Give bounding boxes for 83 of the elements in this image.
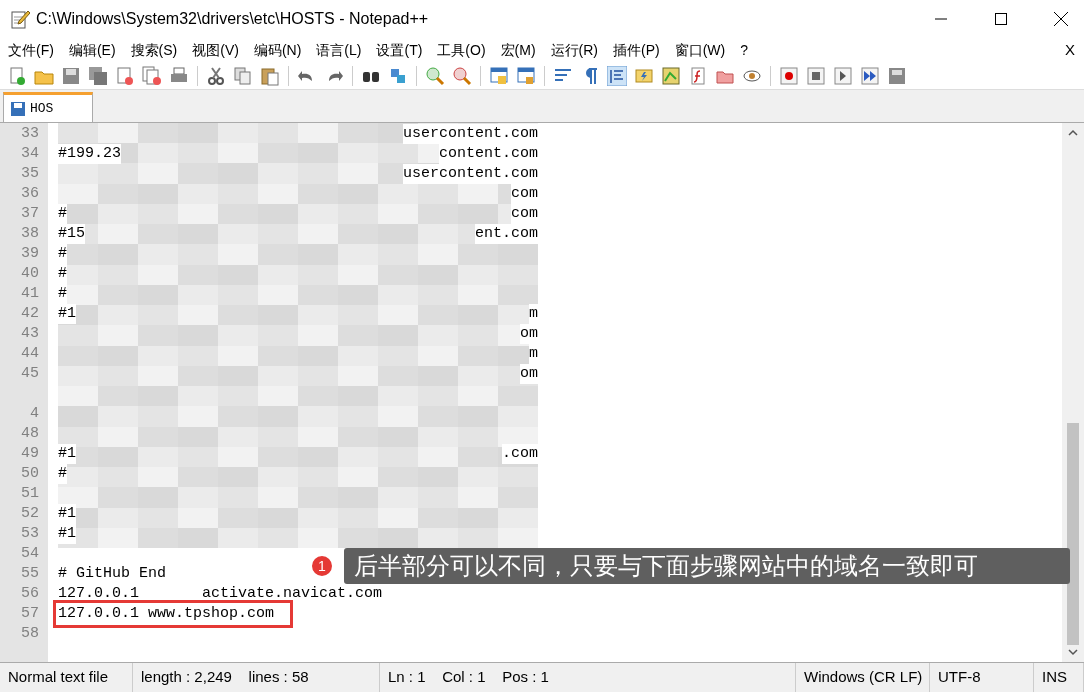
file-tab[interactable]: HOS <box>3 92 93 122</box>
fast-forward-icon[interactable] <box>860 65 880 86</box>
cursor-position-label: Ln : 1 Col : 1 Pos : 1 <box>388 667 549 688</box>
code-fragment: content.com <box>438 144 538 164</box>
line-number: 49 <box>21 445 39 462</box>
close-icon <box>1054 12 1068 26</box>
save-all-icon[interactable] <box>88 65 108 86</box>
line-number: 51 <box>21 485 39 502</box>
save-icon <box>10 100 26 117</box>
menu-item[interactable]: 插件(P) <box>613 39 660 61</box>
code-fragment: usercontent.com <box>402 124 538 144</box>
function-list-icon[interactable] <box>688 65 708 86</box>
code-fragment: com <box>511 204 538 224</box>
line-number: 38 <box>21 225 39 242</box>
window-icon[interactable] <box>489 65 509 86</box>
zoom-in-icon[interactable] <box>425 65 445 86</box>
line-number: 45 <box>21 365 39 382</box>
save-icon[interactable] <box>61 65 81 86</box>
menu-item[interactable]: 窗口(W) <box>674 39 726 61</box>
code-fragment: ent.com <box>475 224 538 244</box>
line-ending-label: Windows (CR LF) <box>804 667 923 688</box>
line-number: 54 <box>21 545 39 562</box>
line-number: 48 <box>21 425 39 442</box>
line-number: 37 <box>21 205 39 222</box>
line-number: 50 <box>21 465 39 482</box>
scroll-up-icon[interactable] <box>1068 128 1078 138</box>
line-number: 36 <box>21 185 39 202</box>
line-number: 4 <box>30 405 39 422</box>
line-number: 41 <box>21 285 39 302</box>
line-number: 35 <box>21 165 39 182</box>
file-type-label: Normal text file <box>8 667 109 688</box>
callout-tooltip: 后半部分可以不同，只要与下面步骤网站中的域名一致即可 <box>344 548 1070 584</box>
notepad-icon <box>10 9 30 29</box>
encoding-label: UTF-8 <box>938 667 981 688</box>
menu-item[interactable]: 运行(R) <box>550 39 598 61</box>
insert-mode-label: INS <box>1042 667 1067 688</box>
new-file-icon[interactable] <box>7 65 27 86</box>
menu-item[interactable]: 编辑(E) <box>68 39 116 61</box>
line-number: 57 <box>21 605 39 622</box>
menu-item[interactable]: 视图(V) <box>192 39 239 61</box>
line-number: 58 <box>21 625 39 642</box>
code-fragment: com <box>511 184 538 204</box>
close-file-icon[interactable] <box>115 65 135 86</box>
paste-icon[interactable] <box>260 65 280 86</box>
menu-item[interactable]: 宏(M) <box>500 39 536 61</box>
scroll-down-icon[interactable] <box>1068 647 1078 657</box>
maximize-icon <box>995 13 1007 25</box>
window-lock-icon[interactable] <box>516 65 536 86</box>
line-number: 33 <box>21 125 39 142</box>
menu-item[interactable]: 设置(T) <box>376 39 423 61</box>
record-icon[interactable] <box>779 65 799 86</box>
line-number: 39 <box>21 245 39 262</box>
menu-item[interactable]: 编码(N) <box>253 39 302 61</box>
length-label: length : 2,249 lines : 58 <box>141 667 309 688</box>
stop-icon[interactable] <box>806 65 826 86</box>
line-number: 44 <box>21 345 39 362</box>
code-fragment: .com <box>502 444 538 464</box>
window-title: C:\Windows\System32\drivers\etc\HOSTS - Notepad++ <box>36 9 429 29</box>
menu-item[interactable]: 搜索(S) <box>130 39 178 61</box>
menu-item[interactable]: 文件(F) <box>8 39 54 61</box>
line-number: 52 <box>21 505 39 522</box>
play-icon[interactable] <box>833 65 853 86</box>
close-all-icon[interactable] <box>142 65 162 86</box>
line-number: 42 <box>21 305 39 322</box>
menu-item[interactable]: 语言(L) <box>316 39 362 61</box>
scissors-icon[interactable] <box>206 65 226 86</box>
zoom-out-icon[interactable] <box>452 65 472 86</box>
save-macro-icon[interactable] <box>887 65 907 86</box>
line-number: 55 <box>21 565 39 582</box>
line-number: 40 <box>21 265 39 282</box>
copy-icon[interactable] <box>233 65 253 86</box>
menu-item[interactable]: 工具(O) <box>437 39 486 61</box>
step-badge: 1 <box>310 554 334 578</box>
code-fragment: usercontent.com <box>402 164 538 184</box>
line-number: 56 <box>21 585 39 602</box>
line-number: 53 <box>21 525 39 542</box>
line-number: 43 <box>21 325 39 342</box>
vertical-scrollbar[interactable] <box>1062 123 1084 662</box>
indent-guide-icon[interactable] <box>607 65 627 86</box>
close-document-button[interactable]: X <box>1065 38 1075 62</box>
menu-item[interactable]: ? <box>740 39 749 61</box>
scrollbar-thumb[interactable] <box>1067 423 1079 645</box>
line-number: 34 <box>21 145 39 162</box>
